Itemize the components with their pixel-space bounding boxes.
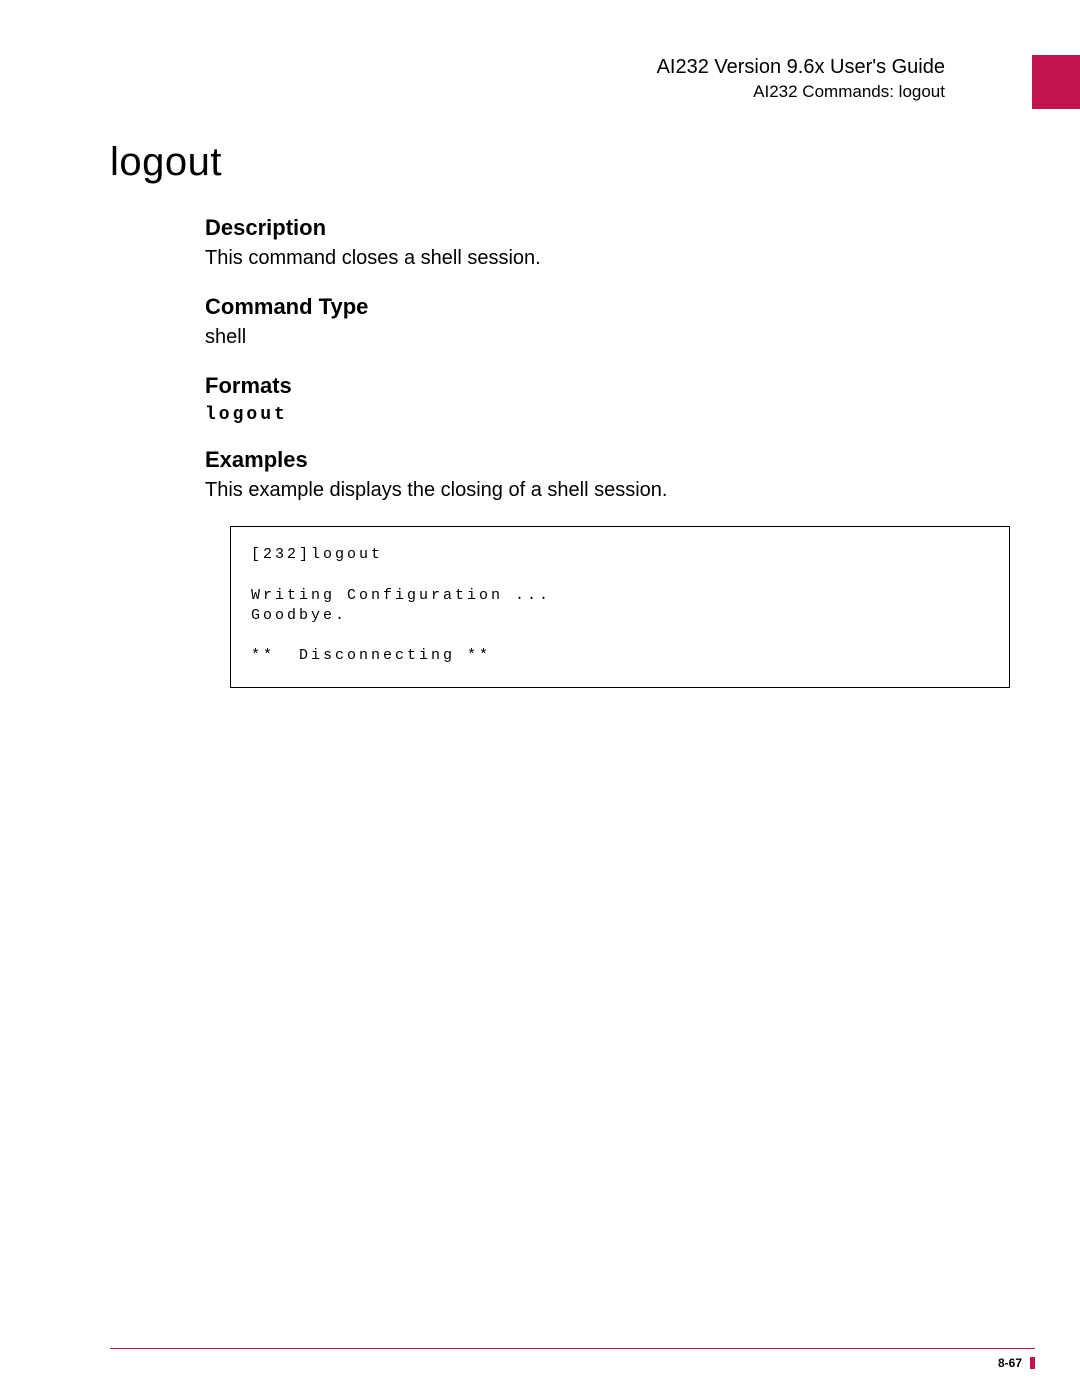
- page-number: 8-67: [998, 1356, 1022, 1370]
- footer-rule: [110, 1348, 1035, 1349]
- header-text-block: AI232 Version 9.6x User's Guide AI232 Co…: [657, 55, 945, 102]
- page-header: AI232 Version 9.6x User's Guide AI232 Co…: [110, 55, 1020, 115]
- command-type-heading: Command Type: [205, 294, 1020, 320]
- footer-page-wrap: 8-67: [998, 1356, 1035, 1370]
- formats-heading: Formats: [205, 373, 1020, 399]
- document-subtitle: AI232 Commands: logout: [657, 82, 945, 102]
- examples-body: This example displays the closing of a s…: [205, 477, 1020, 504]
- document-page: AI232 Version 9.6x User's Guide AI232 Co…: [0, 0, 1080, 1397]
- corner-accent: [1032, 55, 1080, 109]
- example-output-box: [232]logout Writing Configuration ... Go…: [230, 526, 1010, 688]
- description-heading: Description: [205, 215, 1020, 241]
- command-type-body: shell: [205, 324, 1020, 351]
- content-area: Description This command closes a shell …: [205, 215, 1020, 688]
- format-command: logout: [205, 405, 1020, 425]
- document-title: AI232 Version 9.6x User's Guide: [657, 55, 945, 80]
- footer-accent-tick: [1030, 1357, 1035, 1369]
- description-body: This command closes a shell session.: [205, 245, 1020, 272]
- examples-heading: Examples: [205, 447, 1020, 473]
- command-title: logout: [110, 140, 1020, 185]
- page-footer: 8-67: [110, 1348, 1035, 1349]
